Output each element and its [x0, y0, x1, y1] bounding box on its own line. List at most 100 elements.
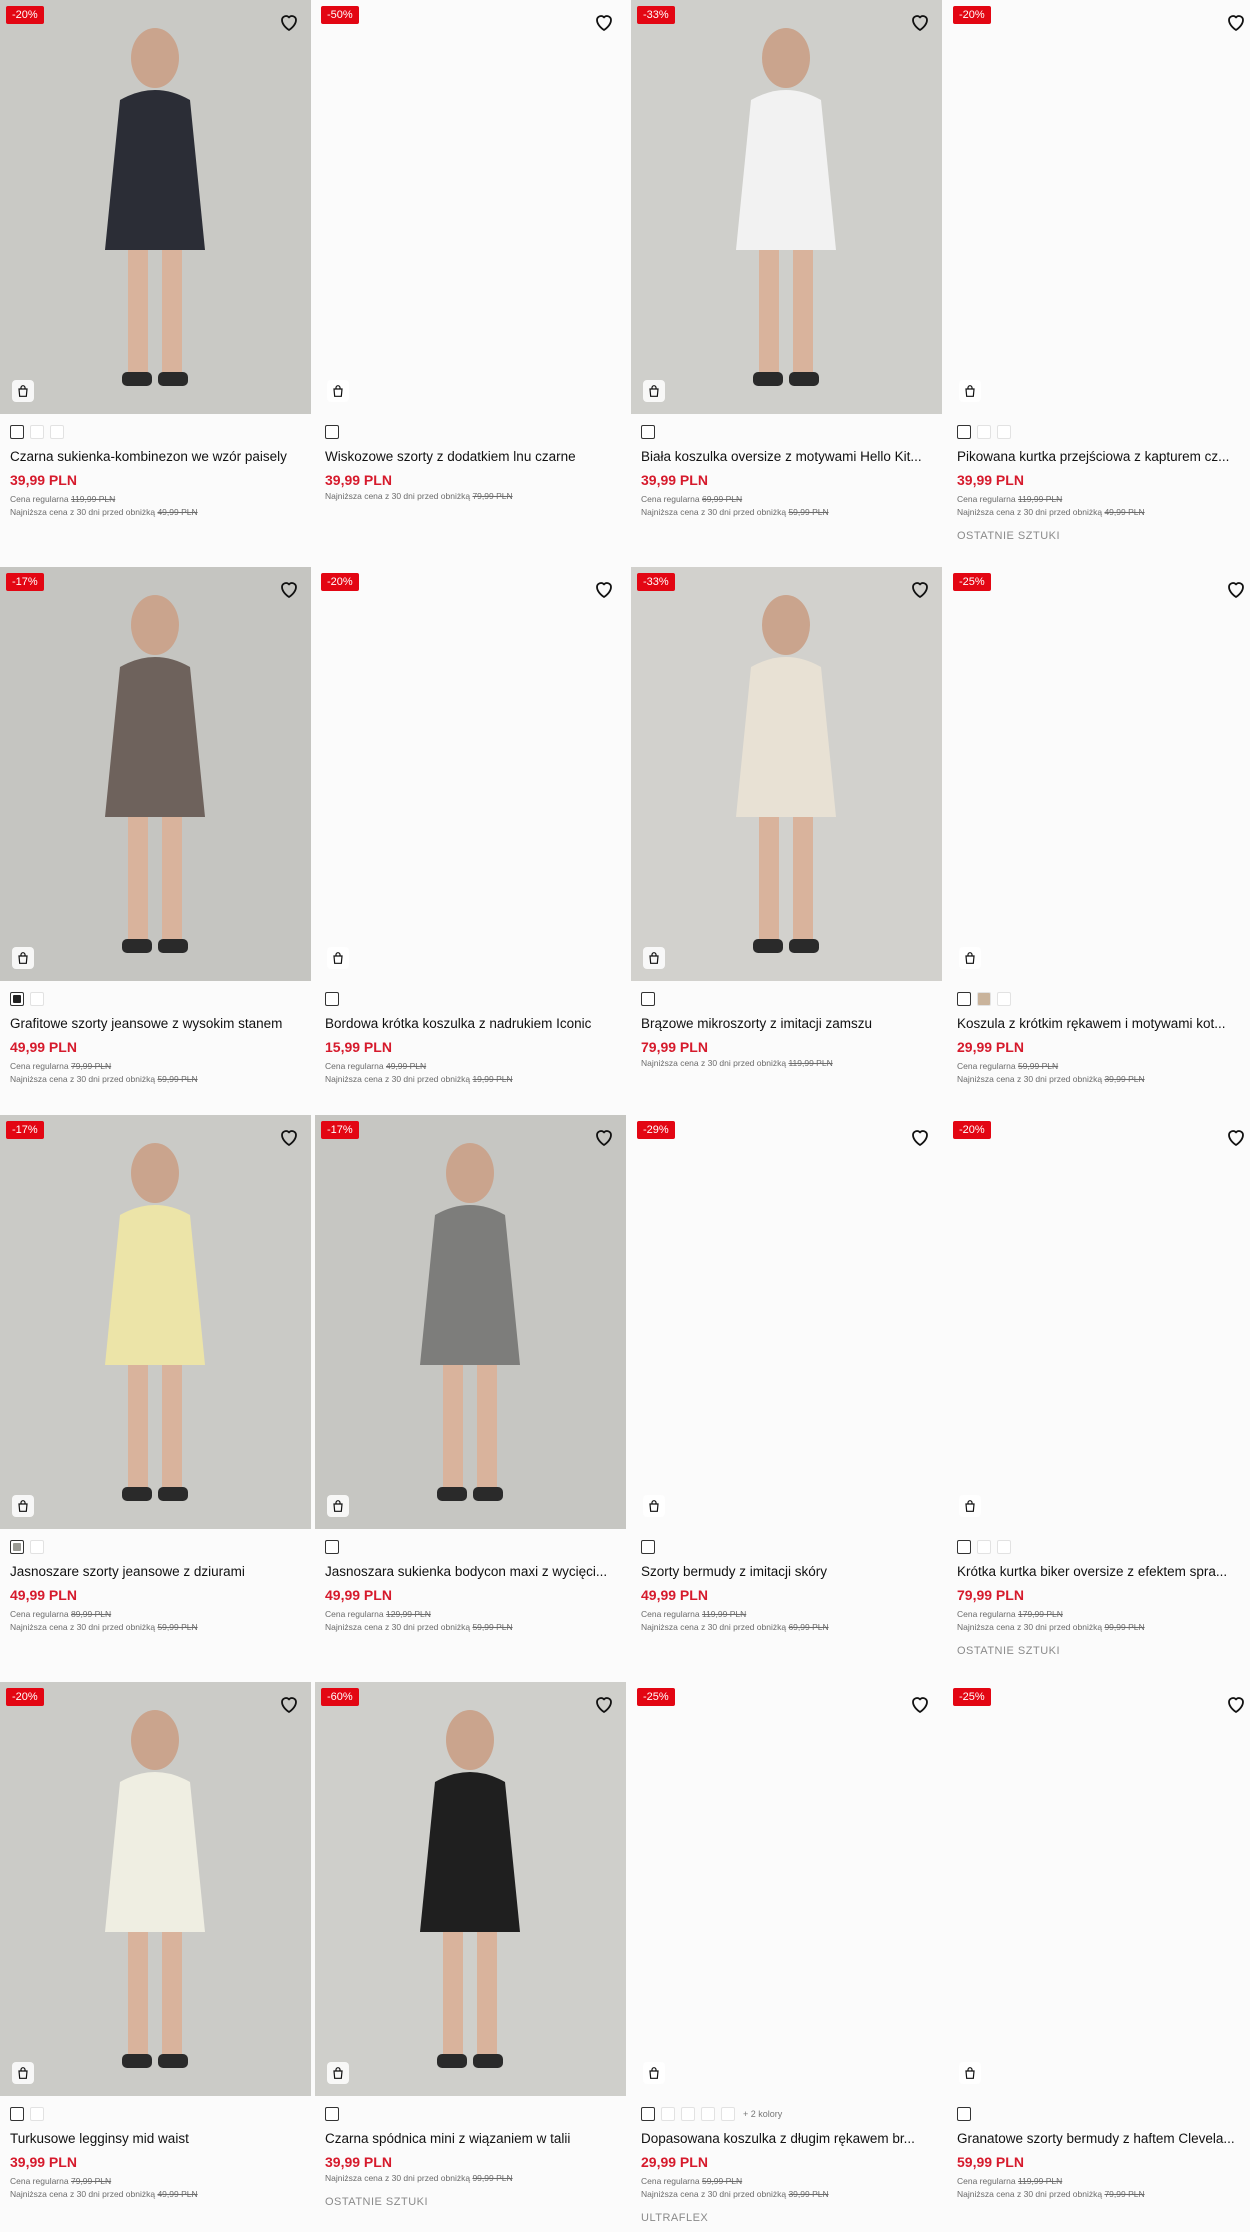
product-title[interactable]: Turkusowe legginsy mid waist: [10, 2131, 303, 2146]
product-title[interactable]: Jasnoszare szorty jeansowe z dziurami: [10, 1564, 303, 1579]
color-swatch[interactable]: [50, 425, 64, 439]
color-swatch-selected[interactable]: [957, 2107, 971, 2121]
color-swatch-selected[interactable]: [641, 2107, 655, 2121]
heart-icon[interactable]: [1224, 1125, 1248, 1149]
color-swatch[interactable]: [977, 425, 991, 439]
heart-icon[interactable]: [277, 10, 301, 34]
shopping-bag-icon[interactable]: [959, 947, 981, 969]
product-title[interactable]: Jasnoszara sukienka bodycon maxi z wycię…: [325, 1564, 618, 1579]
color-swatch-selected[interactable]: [325, 1540, 339, 1554]
heart-icon[interactable]: [908, 1125, 932, 1149]
product-title[interactable]: Czarna sukienka-kombinezon we wzór paise…: [10, 449, 303, 464]
product-card[interactable]: -33% Biała koszulka oversize z motywami H…: [631, 0, 942, 517]
heart-icon[interactable]: [277, 577, 301, 601]
product-image[interactable]: -20%: [0, 1682, 311, 2096]
color-swatch[interactable]: [701, 2107, 715, 2121]
product-card[interactable]: -20% Bordowa krótka koszulka z nadrukiem …: [315, 567, 626, 1084]
product-title[interactable]: Grafitowe szorty jeansowe z wysokim stan…: [10, 1016, 303, 1031]
product-card[interactable]: -20% Pikowana kurtka przejściowa z kaptur…: [947, 0, 1250, 542]
product-card[interactable]: -20% Czarna sukienka-kombinezon we wzór p…: [0, 0, 311, 517]
shopping-bag-icon[interactable]: [959, 380, 981, 402]
color-swatch-selected[interactable]: [641, 425, 655, 439]
product-title[interactable]: Brązowe mikroszorty z imitacji zamszu: [641, 1016, 934, 1031]
heart-icon[interactable]: [1224, 10, 1248, 34]
product-title[interactable]: Pikowana kurtka przejściowa z kapturem c…: [957, 449, 1250, 464]
product-title[interactable]: Dopasowana koszulka z długim rękawem br.…: [641, 2131, 934, 2146]
product-image[interactable]: -33%: [631, 567, 942, 981]
product-card[interactable]: -60% Czarna spódnica mini z wiązaniem w t…: [315, 1682, 626, 2208]
color-swatch[interactable]: [997, 425, 1011, 439]
product-card[interactable]: -17% Grafitowe szorty jeansowe z wysokim …: [0, 567, 311, 1084]
color-swatch[interactable]: [681, 2107, 695, 2121]
color-swatch[interactable]: [997, 992, 1011, 1006]
product-card[interactable]: -50% Wiskozowe szorty z dodatkiem lnu cza…: [315, 0, 626, 501]
shopping-bag-icon[interactable]: [643, 2062, 665, 2084]
shopping-bag-icon[interactable]: [327, 2062, 349, 2084]
heart-icon[interactable]: [1224, 577, 1248, 601]
shopping-bag-icon[interactable]: [959, 2062, 981, 2084]
color-swatch-selected[interactable]: [325, 992, 339, 1006]
product-title[interactable]: Szorty bermudy z imitacji skóry: [641, 1564, 934, 1579]
product-title[interactable]: Koszula z krótkim rękawem i motywami kot…: [957, 1016, 1250, 1031]
product-card[interactable]: -29% Szorty bermudy z imitacji skóry 49,99…: [631, 1115, 942, 1632]
product-card[interactable]: -20% Krótka kurtka biker oversize z efekt…: [947, 1115, 1250, 1657]
product-image[interactable]: -17%: [0, 1115, 311, 1529]
shopping-bag-icon[interactable]: [327, 947, 349, 969]
shopping-bag-icon[interactable]: [327, 1495, 349, 1517]
color-swatch[interactable]: [661, 2107, 675, 2121]
product-image[interactable]: -25%: [947, 567, 1250, 981]
color-swatch-selected[interactable]: [10, 1540, 24, 1554]
product-image[interactable]: -25%: [947, 1682, 1250, 2096]
shopping-bag-icon[interactable]: [327, 380, 349, 402]
shopping-bag-icon[interactable]: [12, 947, 34, 969]
product-image[interactable]: -25%: [631, 1682, 942, 2096]
heart-icon[interactable]: [908, 1692, 932, 1716]
product-title[interactable]: Granatowe szorty bermudy z haftem Clevel…: [957, 2131, 1250, 2146]
color-swatch-selected[interactable]: [325, 2107, 339, 2121]
heart-icon[interactable]: [592, 1125, 616, 1149]
heart-icon[interactable]: [592, 1692, 616, 1716]
product-title[interactable]: Czarna spódnica mini z wiązaniem w talii: [325, 2131, 618, 2146]
color-swatch[interactable]: [977, 1540, 991, 1554]
product-title[interactable]: Krótka kurtka biker oversize z efektem s…: [957, 1564, 1250, 1579]
color-swatch-selected[interactable]: [641, 1540, 655, 1554]
product-image[interactable]: -20%: [315, 567, 626, 981]
heart-icon[interactable]: [277, 1692, 301, 1716]
color-swatch-selected[interactable]: [957, 1540, 971, 1554]
color-swatch-selected[interactable]: [10, 425, 24, 439]
product-title[interactable]: Wiskozowe szorty z dodatkiem lnu czarne: [325, 449, 618, 464]
shopping-bag-icon[interactable]: [643, 380, 665, 402]
product-title[interactable]: Bordowa krótka koszulka z nadrukiem Icon…: [325, 1016, 618, 1031]
shopping-bag-icon[interactable]: [959, 1495, 981, 1517]
color-swatch[interactable]: [30, 1540, 44, 1554]
product-card[interactable]: -17% Jasnoszara sukienka bodycon maxi z w…: [315, 1115, 626, 1632]
product-image[interactable]: -33%: [631, 0, 942, 414]
more-colors[interactable]: + 2 kolory: [743, 2109, 782, 2119]
shopping-bag-icon[interactable]: [12, 2062, 34, 2084]
color-swatch-selected[interactable]: [641, 992, 655, 1006]
color-swatch-selected[interactable]: [957, 992, 971, 1006]
shopping-bag-icon[interactable]: [643, 1495, 665, 1517]
product-title[interactable]: Biała koszulka oversize z motywami Hello…: [641, 449, 934, 464]
color-swatch-selected[interactable]: [10, 2107, 24, 2121]
product-card[interactable]: -17% Jasnoszare szorty jeansowe z dziuram…: [0, 1115, 311, 1632]
shopping-bag-icon[interactable]: [643, 947, 665, 969]
heart-icon[interactable]: [277, 1125, 301, 1149]
product-card[interactable]: -33% Brązowe mikroszorty z imitacji zamsz…: [631, 567, 942, 1068]
product-image[interactable]: -20%: [0, 0, 311, 414]
product-image[interactable]: -17%: [315, 1115, 626, 1529]
color-swatch[interactable]: [977, 992, 991, 1006]
product-image[interactable]: -60%: [315, 1682, 626, 2096]
heart-icon[interactable]: [908, 10, 932, 34]
product-image[interactable]: -50%: [315, 0, 626, 414]
color-swatch[interactable]: [721, 2107, 735, 2121]
color-swatch[interactable]: [30, 992, 44, 1006]
product-image[interactable]: -17%: [0, 567, 311, 981]
heart-icon[interactable]: [592, 10, 616, 34]
heart-icon[interactable]: [908, 577, 932, 601]
shopping-bag-icon[interactable]: [12, 1495, 34, 1517]
color-swatch-selected[interactable]: [10, 992, 24, 1006]
product-image[interactable]: -20%: [947, 1115, 1250, 1529]
product-card[interactable]: -20% Turkusowe legginsy mid waist 39,99 PL…: [0, 1682, 311, 2199]
color-swatch[interactable]: [30, 425, 44, 439]
